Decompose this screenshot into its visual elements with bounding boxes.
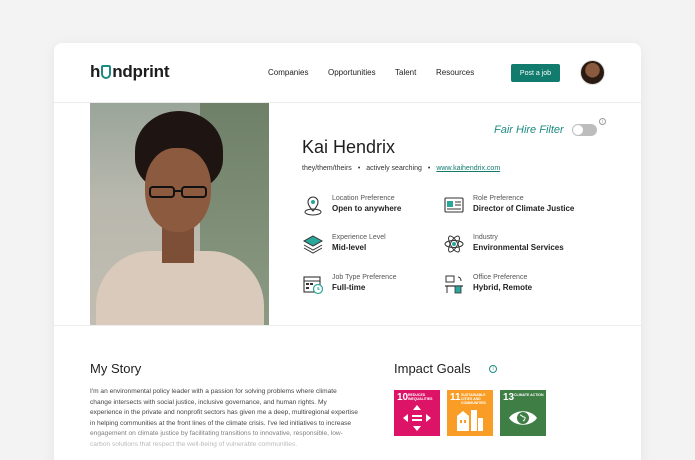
section-divider [54,325,641,326]
sdg-10-tile[interactable]: 10 REDUCED INEQUALITIES [394,390,440,436]
attribute-industry: Industry Environmental Services [443,233,593,257]
layers-icon [302,235,324,254]
nav-resources[interactable]: Resources [436,68,474,77]
eye-earth-icon [509,411,537,425]
search-status: actively searching [366,165,422,172]
my-story-heading: My Story [90,361,142,376]
website-link[interactable]: www.kaihendrix.com [436,165,500,172]
nav-talent[interactable]: Talent [395,68,416,77]
nav-companies[interactable]: Companies [268,68,308,77]
impact-goals-info-icon[interactable]: i [489,365,497,373]
location-pin-icon [304,196,322,216]
id-card-icon [444,197,464,213]
story-fade-overlay [84,423,384,460]
post-a-job-button[interactable]: Post a job [511,64,560,82]
sdg-11-tile[interactable]: 11 SUSTAINABLE CITIES AND COMMUNITIES [447,390,493,436]
fair-hire-filter-toggle[interactable] [572,124,597,136]
fair-hire-filter-label: Fair Hire Filter [494,124,564,136]
pronouns: they/them/theirs [302,165,352,172]
attribute-location: Location Preference Open to anywhere [302,194,452,218]
profile-card: h ndprint Companies Opportunities Talent … [54,43,641,460]
profile-photo [90,103,269,325]
user-avatar[interactable] [580,60,605,85]
handprint-logo[interactable]: h ndprint [90,62,170,82]
logo-text-start: h [90,62,101,81]
profile-name: Kai Hendrix [302,137,396,157]
office-desk-icon [445,275,463,294]
top-navigation-bar: h ndprint Companies Opportunities Talent … [54,43,641,103]
atom-icon [444,235,464,253]
profile-subtitle: they/them/theirs • actively searching • … [302,165,501,172]
impact-goals-heading: Impact Goals [394,361,471,376]
nav-opportunities[interactable]: Opportunities [328,68,376,77]
city-buildings-icon [457,410,483,431]
sdg-13-tile[interactable]: 13 CLIMATE ACTION [500,390,546,436]
attribute-experience: Experience Level Mid-level [302,233,452,257]
equality-icon [403,405,431,431]
logo-text-end: ndprint [112,62,170,81]
calendar-clock-icon [303,276,324,295]
attribute-job-type: Job Type Preference Full-time [302,273,452,297]
hand-icon [101,65,112,79]
attribute-office: Office Preference Hybrid, Remote [443,273,593,297]
fair-hire-info-icon[interactable]: i [599,118,606,125]
attribute-role: Role Preference Director of Climate Just… [443,194,593,218]
